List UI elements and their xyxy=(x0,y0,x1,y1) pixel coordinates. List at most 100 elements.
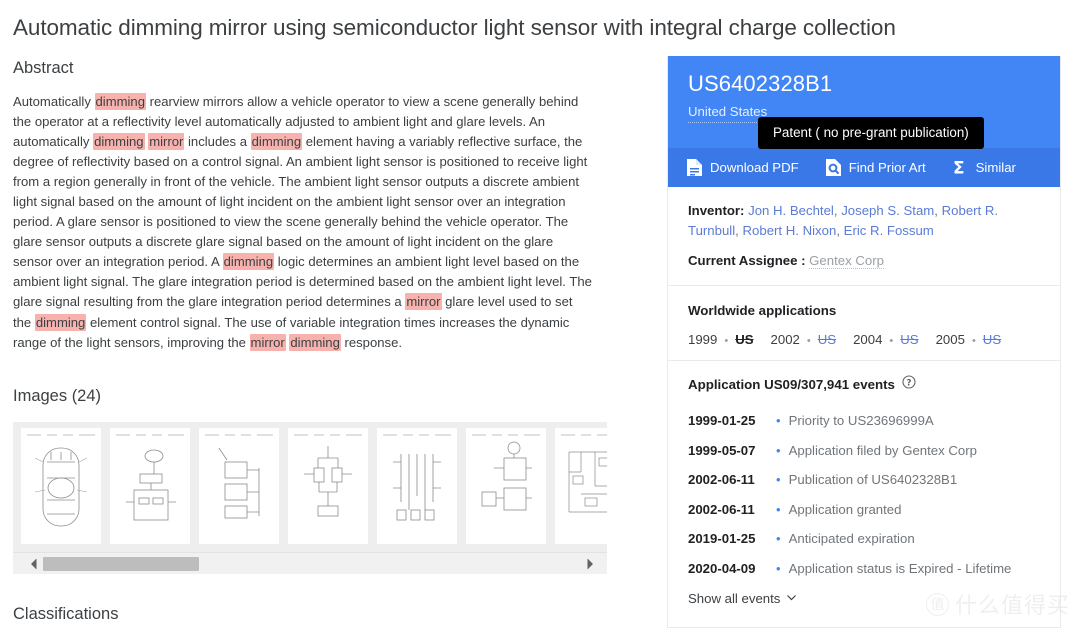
patent-image-thumbnail[interactable] xyxy=(199,428,279,544)
worldwide-country-link[interactable]: US xyxy=(735,332,753,347)
patent-info-card: US6402328B1 United States Patent ( no pr… xyxy=(667,56,1061,628)
worldwide-country-link[interactable]: US xyxy=(983,332,1001,347)
inventor-row: Inventor: Jon H. Bechtel, Joseph S. Stam… xyxy=(688,201,1040,241)
event-row: 2020-04-09 • Application status is Expired… xyxy=(688,554,1040,584)
inventor-link[interactable]: Eric R. Fossum xyxy=(844,223,934,238)
patent-detail-page: Automatic dimming mirror using semicondu… xyxy=(0,0,1080,628)
event-date: 2019-01-25 xyxy=(688,531,756,546)
abstract-highlight: mirror xyxy=(405,293,442,311)
patent-action-bar: Download PDF Find Prior Art Σ Similar xyxy=(668,148,1060,187)
svg-text:Σ: Σ xyxy=(953,159,965,178)
chevron-left-icon[interactable] xyxy=(27,557,41,571)
inventor-separator: , xyxy=(934,203,938,218)
worldwide-dot: • xyxy=(889,335,894,347)
application-events-title: Application US09/307,941 events ? xyxy=(688,375,1040,394)
event-date: 2002-06-11 xyxy=(688,472,755,487)
patent-meta-block: Inventor: Jon H. Bechtel, Joseph S. Stam… xyxy=(668,187,1060,286)
publication-number: US6402328B1 xyxy=(688,71,833,96)
svg-text:?: ? xyxy=(906,378,911,388)
event-date: 1999-01-25 xyxy=(688,413,756,428)
similar-button[interactable]: Σ Similar xyxy=(952,158,1016,178)
abstract-highlight: dimming xyxy=(34,313,87,331)
abstract-text: Automatically dimming rearview mirrors a… xyxy=(13,93,592,351)
abstract-highlight: dimming xyxy=(94,93,146,110)
application-events-block: Application US09/307,941 events ? 1999-0… xyxy=(668,361,1060,606)
patent-image-thumbnail[interactable] xyxy=(466,428,546,544)
patent-image-thumbnail[interactable] xyxy=(110,428,190,544)
event-row: 2019-01-25 • Anticipated expiration xyxy=(688,524,1040,554)
worldwide-dot: • xyxy=(971,335,976,347)
event-row: 2002-06-11 • Application granted xyxy=(688,495,1040,525)
chevron-right-icon[interactable] xyxy=(583,557,597,571)
sigma-similar-icon: Σ xyxy=(952,158,969,178)
thumbnail-strip[interactable] xyxy=(13,422,607,550)
patent-image-thumbnail[interactable] xyxy=(288,428,368,544)
event-text: Application granted xyxy=(788,501,902,517)
event-bullet-icon: • xyxy=(776,472,781,487)
worldwide-year: 2004 xyxy=(853,332,883,347)
event-bullet-icon: • xyxy=(776,531,781,546)
abstract-highlight: mirror xyxy=(148,133,185,151)
worldwide-dot: • xyxy=(724,335,729,347)
event-text: Anticipated expiration xyxy=(788,531,915,546)
event-bullet-icon: • xyxy=(776,560,781,576)
event-row: 2002-06-11 • Publication of US6402328B1 xyxy=(688,465,1040,495)
inventor-separator: , xyxy=(833,203,838,218)
prior-art-search-icon xyxy=(825,158,842,177)
images-carousel[interactable] xyxy=(13,422,607,574)
inventor-link[interactable]: Robert H. Nixon xyxy=(743,223,837,238)
worldwide-applications-block: Worldwide applications 1999 • US 2002 • US 200… xyxy=(668,286,1060,361)
worldwide-year-list[interactable]: 1999 • US 2002 • US 2004 • US 2005 • US xyxy=(688,332,1040,347)
country-label[interactable]: United States xyxy=(688,102,768,123)
event-date: 2020-04-09 xyxy=(688,560,756,576)
inventor-link[interactable]: Joseph S. Stam xyxy=(841,203,934,218)
abstract-section: Abstract Automatically dimming rearview … xyxy=(13,58,613,353)
abstract-highlight: dimming xyxy=(93,133,145,151)
find-prior-art-button[interactable]: Find Prior Art xyxy=(825,158,926,177)
inventor-link[interactable]: Jon H. Bechtel xyxy=(748,203,834,218)
download-pdf-label: Download PDF xyxy=(710,160,799,175)
abstract-highlight: dimming xyxy=(222,253,275,271)
patent-image-thumbnail[interactable] xyxy=(377,428,457,544)
abstract-highlight: dimming xyxy=(250,133,303,151)
assignee-name[interactable]: Gentex Corp xyxy=(809,253,884,269)
show-all-events-button[interactable]: Show all events xyxy=(688,591,1040,606)
event-text: Application status is Expired - Lifetime xyxy=(788,560,1012,576)
event-row: 1999-05-07 • Application filed by Gentex C… xyxy=(688,436,1040,466)
worldwide-country-link[interactable]: US xyxy=(900,332,918,347)
inventor-separator: , xyxy=(735,223,739,238)
abstract-highlight: dimming xyxy=(289,333,341,351)
inventor-label: Inventor: xyxy=(688,203,745,218)
patent-image-thumbnail[interactable] xyxy=(555,428,607,544)
assignee-label: Current Assignee : xyxy=(688,253,806,268)
event-bullet-icon: • xyxy=(776,501,781,517)
help-circle-icon[interactable]: ? xyxy=(902,375,916,394)
event-text: Publication of US6402328B1 xyxy=(788,472,958,487)
carousel-scrollbar[interactable] xyxy=(13,552,607,574)
page-title: Automatic dimming mirror using semicondu… xyxy=(13,15,896,40)
document-download-icon xyxy=(686,158,703,177)
worldwide-year: 2005 xyxy=(935,332,965,347)
classifications-heading: Classifications xyxy=(13,605,119,623)
worldwide-applications-title: Worldwide applications xyxy=(688,303,837,318)
event-bullet-icon: • xyxy=(776,413,781,428)
event-row: 1999-01-25 • Priority to US23696999A xyxy=(688,406,1040,436)
abstract-highlight: mirror xyxy=(249,333,286,351)
worldwide-country-link[interactable]: US xyxy=(818,332,836,347)
event-bullet-icon: • xyxy=(776,442,781,458)
assignee-row: Current Assignee : Gentex Corp xyxy=(688,251,1040,271)
show-all-events-label: Show all events xyxy=(688,591,781,606)
event-text: Application filed by Gentex Corp xyxy=(788,442,977,458)
similar-label: Similar xyxy=(975,160,1016,175)
application-events-title-text: Application US09/307,941 events xyxy=(688,376,895,392)
scrollbar-thumb[interactable] xyxy=(43,557,199,571)
worldwide-year: 2002 xyxy=(770,332,800,347)
patent-card-header: US6402328B1 United States Patent ( no pr… xyxy=(668,56,1060,149)
patent-image-thumbnail[interactable] xyxy=(21,428,101,544)
download-pdf-button[interactable]: Download PDF xyxy=(686,158,799,177)
event-date: 2002-06-11 xyxy=(688,501,755,517)
inventor-separator: , xyxy=(836,223,840,238)
abstract-heading: Abstract xyxy=(13,59,74,77)
worldwide-year: 1999 xyxy=(688,332,718,347)
patent-type-tooltip: Patent ( no pre-grant publication) xyxy=(758,117,984,149)
